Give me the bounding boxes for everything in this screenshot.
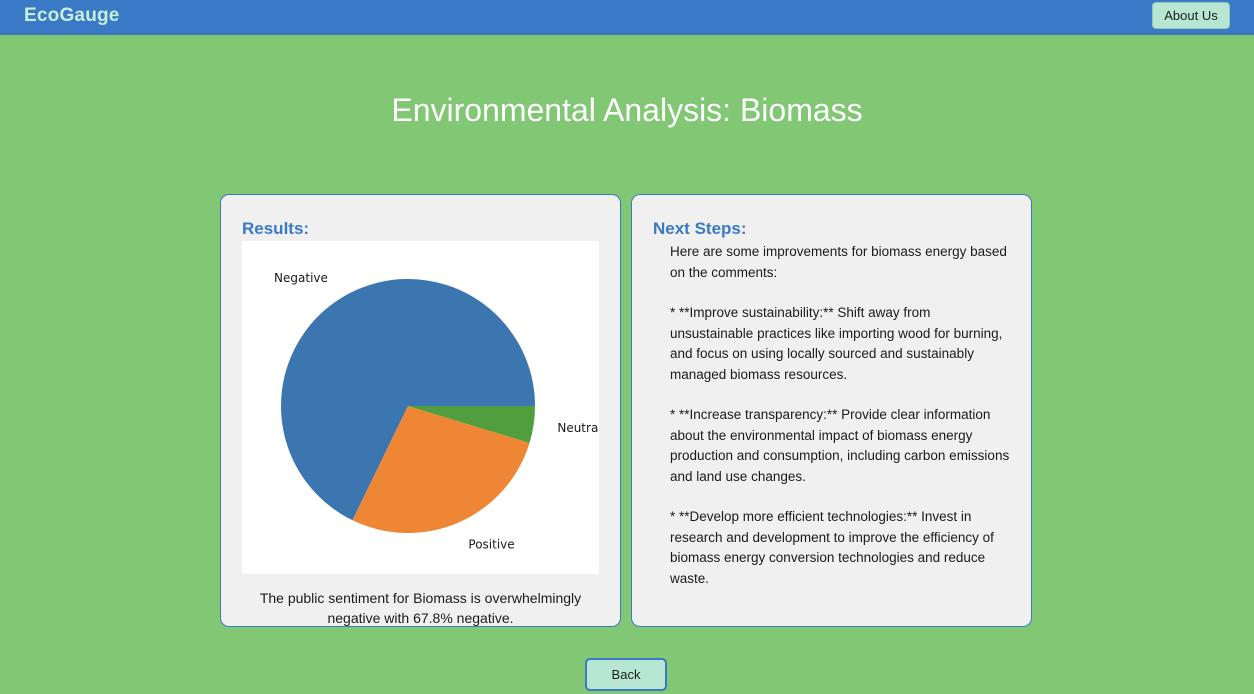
- page-title: Environmental Analysis: Biomass: [391, 92, 863, 128]
- pie-label-negative: Negative: [274, 271, 328, 285]
- pie-label-neutral: Neutral: [557, 421, 599, 435]
- results-panel: Results: Negative Positive Neutral The pub…: [220, 194, 621, 627]
- pie-chart-svg: Negative Positive Neutral: [274, 271, 599, 551]
- brand-logo[interactable]: EcoGauge: [24, 5, 120, 27]
- pie-label-positive: Positive: [468, 537, 514, 551]
- sentiment-pie-chart: Negative Positive Neutral: [242, 241, 599, 574]
- next-steps-panel: Next Steps: Here are some improvements f…: [631, 194, 1032, 627]
- back-button[interactable]: Back: [585, 658, 667, 691]
- results-heading: Results:: [242, 219, 310, 238]
- next-steps-item: * **Develop more efficient technologies:…: [670, 509, 994, 586]
- sentiment-summary: The public sentiment for Biomass is over…: [259, 590, 582, 626]
- top-navbar: EcoGauge About Us: [0, 0, 1254, 35]
- next-steps-text: Here are some improvements for biomass e…: [670, 242, 1015, 609]
- next-steps-intro: Here are some improvements for biomass e…: [670, 244, 1007, 280]
- next-steps-item: * **Improve sustainability:** Shift away…: [670, 305, 1003, 382]
- next-steps-item: * **Increase transparency:** Provide cle…: [670, 407, 1010, 484]
- about-us-button[interactable]: About Us: [1152, 2, 1230, 29]
- next-steps-heading: Next Steps:: [653, 219, 747, 238]
